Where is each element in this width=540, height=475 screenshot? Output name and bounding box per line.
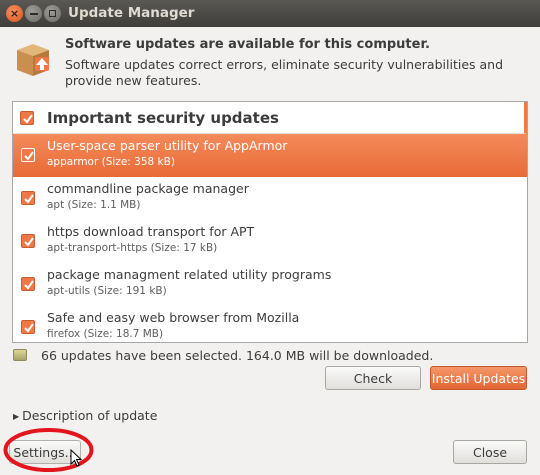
update-title: Safe and easy web browser from Mozilla: [47, 310, 300, 325]
package-icon: [13, 40, 53, 80]
window-minimize-icon[interactable]: [25, 5, 42, 22]
update-row[interactable]: User-space parser utility for AppArmor a…: [13, 134, 527, 177]
window-title: Update Manager: [68, 5, 195, 21]
close-glyph: ×: [9, 7, 20, 20]
expander-label: Description of update: [22, 408, 158, 423]
update-checkbox[interactable]: [21, 320, 35, 334]
update-row[interactable]: commandline package manager apt (Size: 1…: [13, 177, 527, 220]
window-close-icon[interactable]: ×: [6, 5, 23, 22]
update-checkbox[interactable]: [21, 277, 35, 291]
description-expander[interactable]: ▶ Description of update: [13, 408, 157, 423]
update-title: commandline package manager: [47, 181, 249, 196]
update-row[interactable]: https download transport for APT apt-tra…: [13, 220, 527, 263]
update-row[interactable]: Safe and easy web browser from Mozilla f…: [13, 306, 527, 342]
update-group-label: Important security updates: [47, 109, 279, 127]
update-subtitle: apt-transport-https (Size: 17 kB): [47, 242, 218, 254]
download-status-text: 66 updates have been selected. 164.0 MB …: [41, 348, 434, 363]
update-title: https download transport for APT: [47, 224, 255, 239]
update-subtitle: firefox (Size: 18.7 MB): [47, 328, 164, 340]
update-row[interactable]: package managment related utility progra…: [13, 263, 527, 306]
update-subtitle: apt-utils (Size: 191 kB): [47, 285, 167, 297]
header-description: Software updates correct errors, elimina…: [65, 57, 504, 88]
update-checkbox[interactable]: [21, 234, 35, 248]
update-subtitle: apparmor (Size: 358 kB): [47, 156, 175, 168]
update-checkbox[interactable]: [21, 191, 35, 205]
update-checkbox[interactable]: [21, 148, 35, 162]
mouse-cursor-icon: [70, 449, 82, 467]
check-button[interactable]: Check: [325, 366, 421, 390]
update-list[interactable]: Important security updates User-space pa…: [12, 101, 528, 343]
close-button[interactable]: Close: [453, 440, 527, 464]
update-subtitle: apt (Size: 1.1 MB): [47, 199, 141, 211]
install-updates-button[interactable]: Install Updates: [430, 366, 527, 390]
download-status-icon: [13, 349, 27, 361]
update-title: package managment related utility progra…: [47, 267, 332, 282]
window-maximize-icon[interactable]: [44, 5, 61, 22]
title-bar: × Update Manager: [0, 0, 540, 27]
header-title: Software updates are available for this …: [65, 37, 430, 52]
group-checkbox[interactable]: [20, 111, 34, 125]
update-title: User-space parser utility for AppArmor: [47, 138, 288, 153]
expander-arrow-icon: ▶: [13, 412, 20, 421]
update-group-row[interactable]: Important security updates: [13, 102, 527, 134]
